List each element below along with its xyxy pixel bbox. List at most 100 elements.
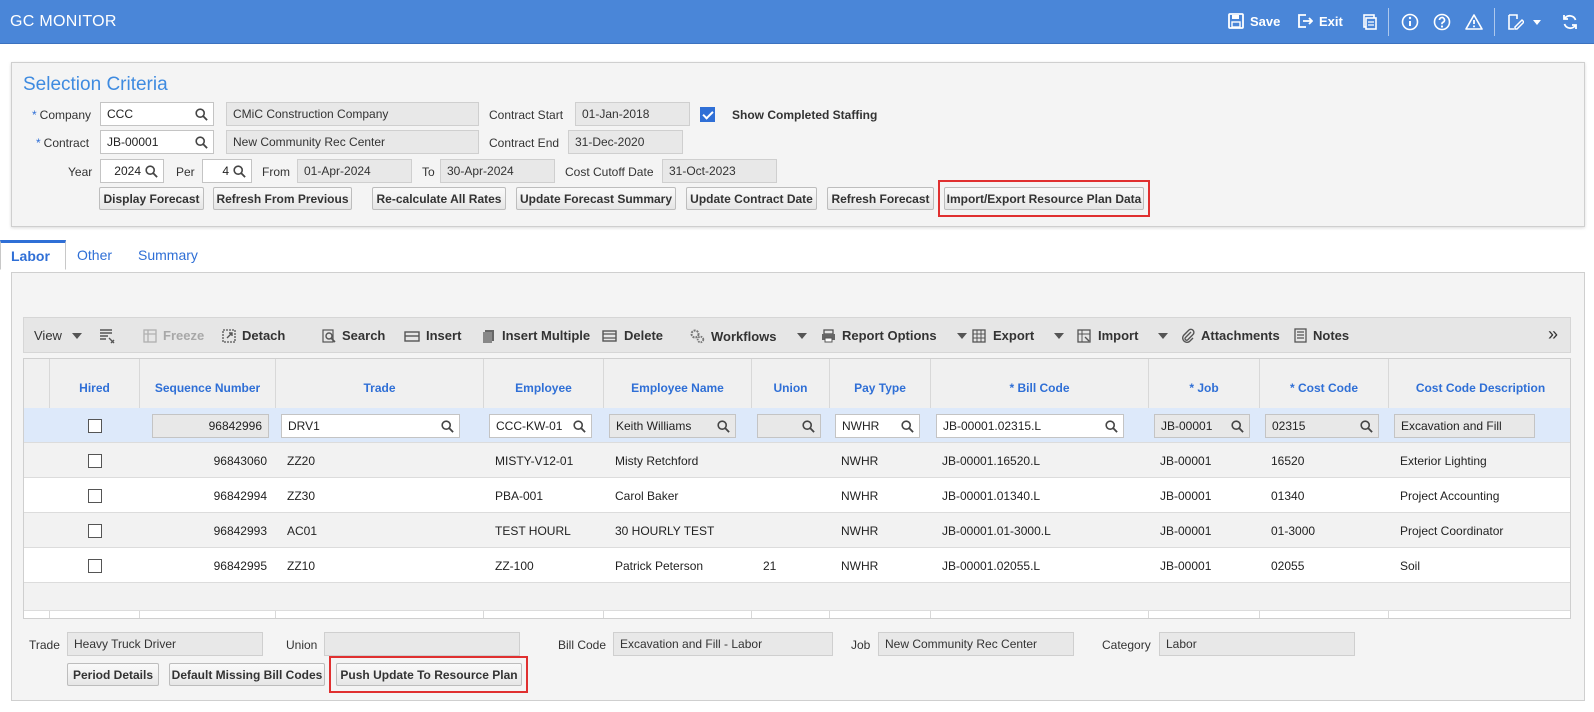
help-icon[interactable] [1432,12,1452,32]
pay-type-input[interactable]: NWHR [835,414,920,438]
employee-input[interactable]: CCC-KW-01 [489,414,592,438]
table-row[interactable]: 96842994 ZZ30 PBA-001 Carol Baker NWHR J… [24,478,1570,513]
year-input[interactable]: 2024 [100,159,164,183]
search-icon[interactable] [573,420,586,433]
edit-icon[interactable] [1505,12,1525,32]
chevron-down-icon [956,332,967,339]
push-update-resource-plan-button[interactable]: Push Update To Resource Plan [336,663,522,686]
freeze-button[interactable]: Freeze [143,328,204,343]
export-icon [972,328,987,343]
contract-end-field: 31-Dec-2020 [568,130,683,154]
import-menu[interactable]: Import [1077,328,1169,343]
insert-button[interactable]: Insert [404,328,461,343]
search-icon[interactable] [1360,420,1373,433]
job-cell: JB-00001 [1160,523,1212,538]
refresh-from-previous-button[interactable]: Refresh From Previous [213,187,352,210]
update-forecast-summary-button[interactable]: Update Forecast Summary [516,187,676,210]
search-icon[interactable] [441,420,454,433]
default-missing-bill-codes-button[interactable]: Default Missing Bill Codes [169,663,325,686]
hired-checkbox[interactable] [87,453,102,468]
search-button[interactable]: Search [322,328,385,343]
employee-name-cell: 30 HOURLY TEST [615,523,715,538]
report-options-menu[interactable]: Report Options [821,328,967,343]
table-row[interactable]: 96842993 AC01 TEST HOURL 30 HOURLY TEST … [24,513,1570,548]
search-icon[interactable] [717,420,730,433]
insert-multiple-button[interactable]: Insert Multiple [482,328,590,343]
cost-code-input[interactable]: 02315 [1265,414,1379,438]
detail-category-label: Category [1102,638,1151,652]
bill-code-input[interactable]: JB-00001.02315.L [936,414,1124,438]
bill-code-cell: JB-00001.01340.L [942,488,1041,503]
update-contract-date-button[interactable]: Update Contract Date [686,187,817,210]
job-cell: JB-00001 [1160,558,1212,573]
job-cell: JB-00001 [1160,453,1212,468]
show-completed-checkbox[interactable] [700,107,715,122]
save-button[interactable]: Save [1228,13,1280,29]
contract-label: * Contract [36,136,90,150]
refresh-forecast-button[interactable]: Refresh Forecast [827,187,934,210]
search-icon[interactable] [195,136,208,149]
recalculate-rates-button[interactable]: Re-calculate All Rates [372,187,506,210]
contract-end-label: Contract End [489,136,560,150]
employee-name-cell: Misty Retchford [615,453,699,468]
print-icon[interactable] [1360,12,1380,32]
contract-input[interactable]: JB-00001 [100,130,214,154]
import-export-resource-plan-button[interactable]: Import/Export Resource Plan Data [944,187,1144,210]
insert-icon [404,329,420,343]
export-menu[interactable]: Export [972,328,1065,343]
job-input[interactable]: JB-00001 [1154,414,1250,438]
search-icon[interactable] [1231,420,1244,433]
info-icon[interactable] [1400,12,1420,32]
union-cell [763,513,827,548]
search-icon[interactable] [195,108,208,121]
display-forecast-button[interactable]: Display Forecast [99,187,204,210]
trade-cell: ZZ30 [287,488,316,503]
job-cell: JB-00001 [1160,488,1212,503]
workflows-menu[interactable]: Workflows [689,328,807,344]
employee-cell: TEST HOURL [495,523,571,538]
table-row[interactable]: 96843060 ZZ20 MISTY-V12-01 Misty Retchfo… [24,443,1570,478]
notes-icon [1294,328,1307,343]
notes-button[interactable]: Notes [1294,328,1349,343]
column-settings-icon[interactable] [99,328,115,344]
gear-icon [689,328,705,344]
period-details-button[interactable]: Period Details [67,663,159,686]
tab-summary[interactable]: Summary [128,240,208,270]
search-icon[interactable] [802,420,815,433]
cost-cutoff-label: Cost Cutoff Date [565,165,654,179]
company-input[interactable]: CCC [100,102,214,126]
company-name-field: CMiC Construction Company [226,102,479,126]
hired-checkbox[interactable] [87,418,102,433]
per-label: Per [176,165,195,179]
detail-trade-field: Heavy Truck Driver [67,632,263,656]
cost-code-description-field: Excavation and Fill [1394,414,1535,438]
tab-labor[interactable]: Labor [0,240,66,270]
warning-icon[interactable] [1464,12,1484,32]
refresh-icon[interactable] [1560,12,1580,32]
view-menu[interactable]: View [34,328,82,343]
trade-input[interactable]: DRV1 [281,414,460,438]
detach-button[interactable]: Detach [222,328,285,343]
search-icon[interactable] [145,165,158,178]
search-icon[interactable] [1105,420,1118,433]
hired-checkbox[interactable] [87,488,102,503]
attachments-button[interactable]: Attachments [1181,328,1280,343]
union-input[interactable] [757,414,821,438]
hired-checkbox[interactable] [87,523,102,538]
hired-checkbox[interactable] [87,558,102,573]
toolbar-overflow-button[interactable]: » [1548,324,1558,345]
table-row[interactable]: 96842995 ZZ10 ZZ-100 Patrick Peterson 21… [24,548,1570,583]
period-input[interactable]: 4 [202,159,252,183]
exit-button[interactable]: Exit [1297,13,1343,29]
import-icon [1077,328,1092,343]
table-row[interactable]: 96842996 DRV1 CCC-KW-01 Keith Williams N… [24,408,1570,443]
delete-button[interactable]: Delete [602,328,663,343]
cost-code-cell: 01-3000 [1271,523,1316,538]
cost-cutoff-field: 31-Oct-2023 [662,159,777,183]
search-icon [322,328,336,343]
search-icon[interactable] [901,420,914,433]
detail-category-field: Labor [1159,632,1355,656]
tab-other[interactable]: Other [67,240,122,270]
search-icon[interactable] [233,165,246,178]
chevron-down-icon[interactable] [1527,12,1547,32]
